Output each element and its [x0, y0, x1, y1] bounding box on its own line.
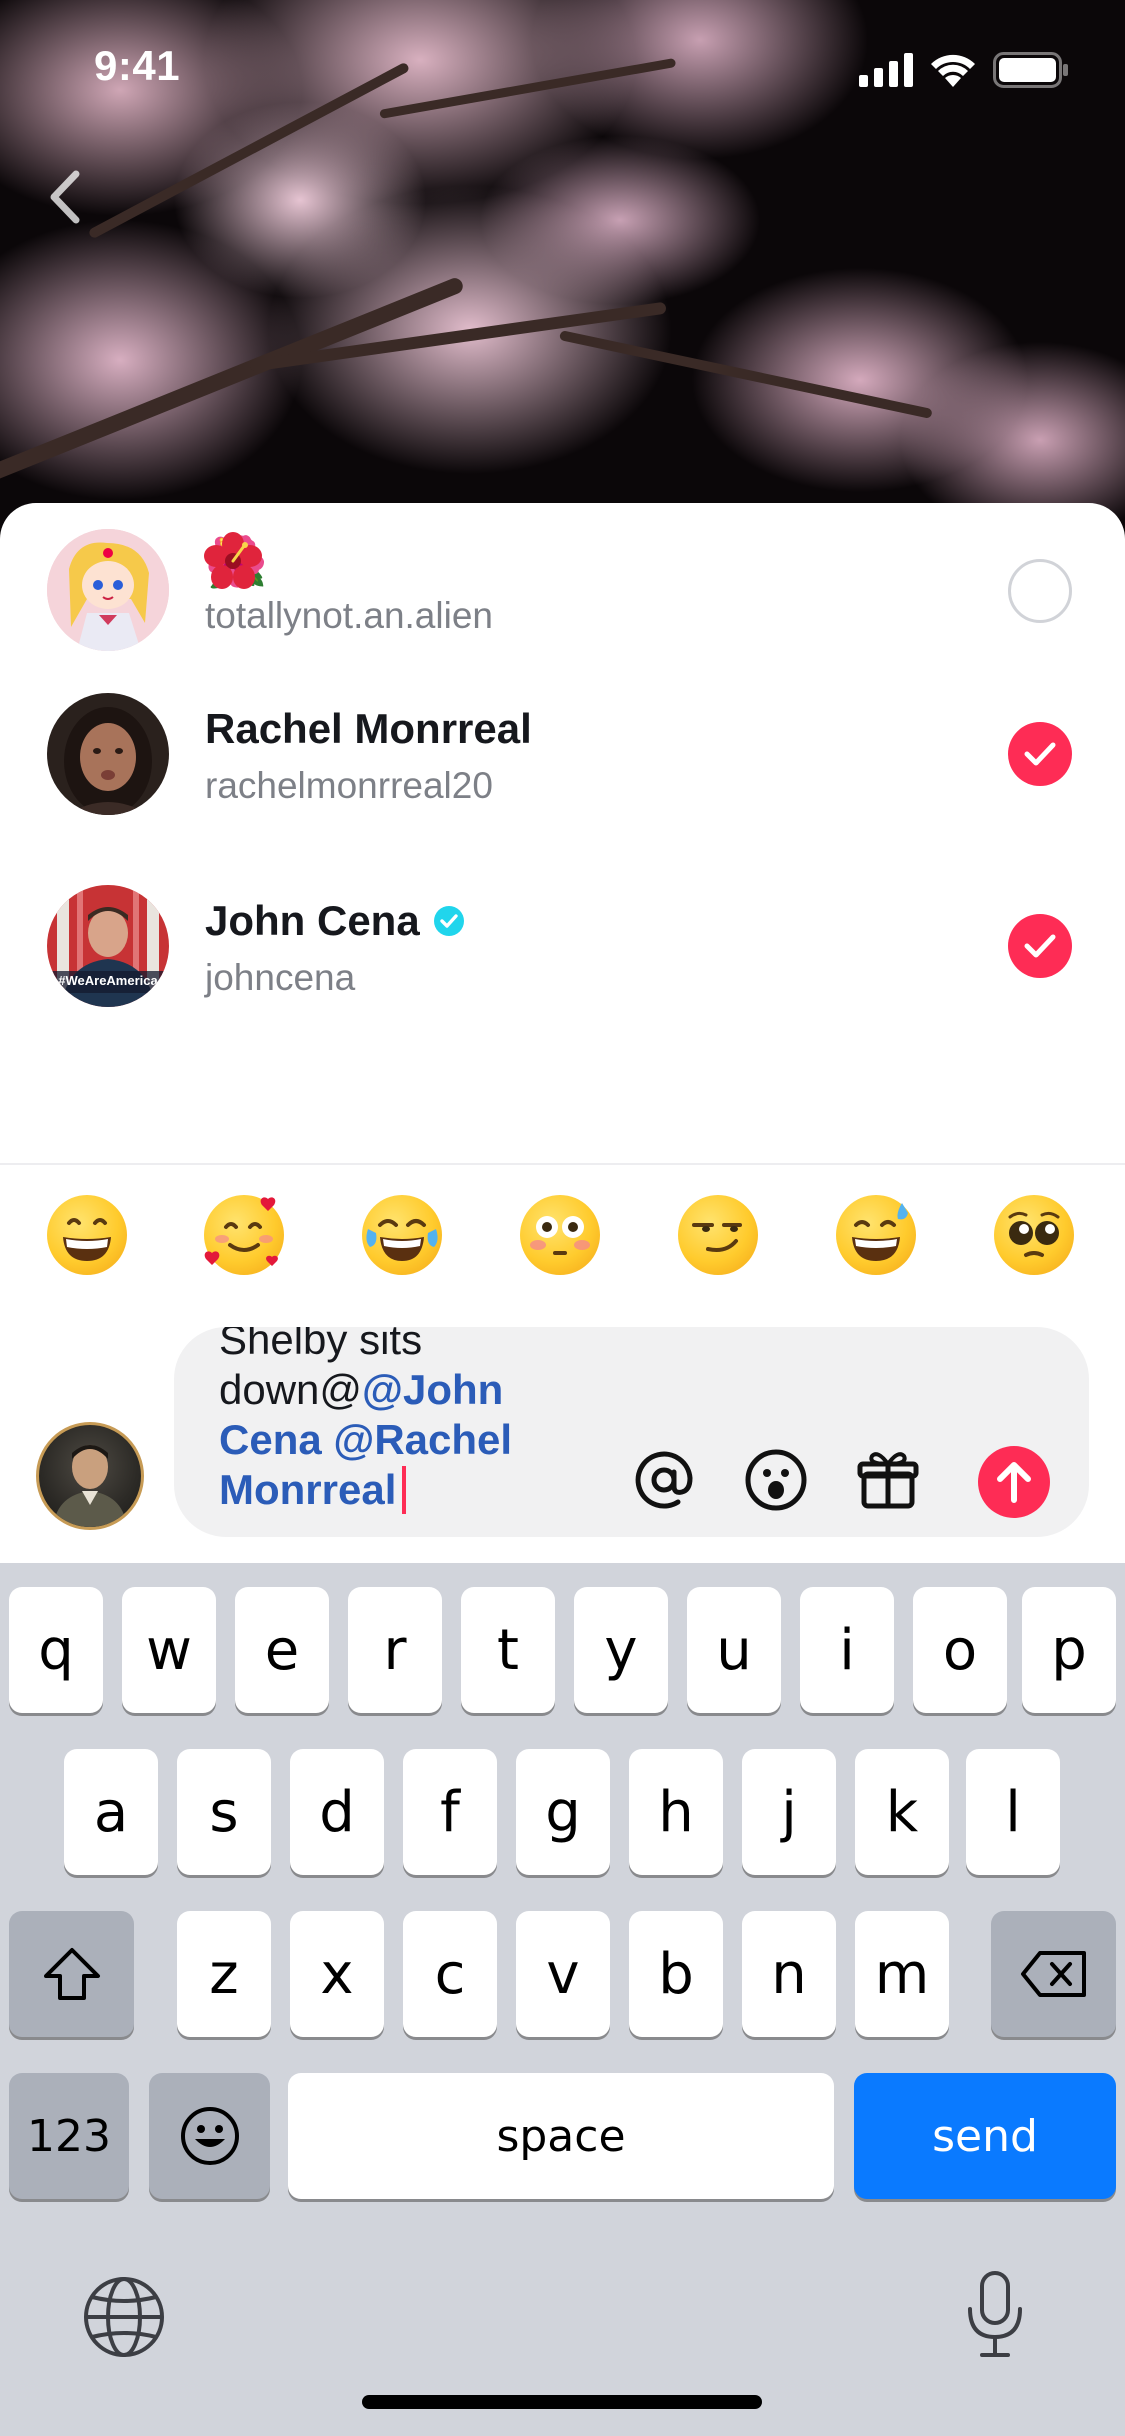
emoji-face-icon[interactable] — [742, 1446, 810, 1514]
key-y[interactable]: y — [574, 1587, 668, 1713]
key-v[interactable]: v — [516, 1911, 610, 2037]
comment-input[interactable]: Shelby sits down@@John Cena @Rachel Monr… — [174, 1327, 1089, 1537]
cellular-signal-icon — [859, 53, 913, 87]
key-h[interactable]: h — [629, 1749, 723, 1875]
numbers-key[interactable]: 123 — [9, 2073, 129, 2199]
keyboard: q w e r t y u i o p a s d f g h j k l z … — [0, 1563, 1125, 2436]
avatar-caption: #WeAreAmerica — [58, 973, 158, 988]
back-chevron-icon[interactable] — [40, 160, 96, 234]
key-w[interactable]: w — [122, 1587, 216, 1713]
battery-icon — [993, 52, 1068, 88]
select-radio[interactable] — [1008, 559, 1072, 623]
wifi-icon — [931, 54, 975, 87]
arrow-up-icon — [997, 1462, 1031, 1503]
flushed-emoji-icon[interactable] — [520, 1195, 600, 1275]
user-row[interactable]: Rachel Monrreal rachelmonrreal20 — [0, 693, 1125, 873]
key-n[interactable]: n — [742, 1911, 836, 2037]
checkmark-icon — [1024, 742, 1056, 766]
comment-text-line: Shelby sits — [219, 1327, 423, 1363]
key-r[interactable]: r — [348, 1587, 442, 1713]
video-background: 9:41 — [0, 0, 1125, 560]
comment-text-line: down@@John — [219, 1365, 549, 1415]
key-f[interactable]: f — [403, 1749, 497, 1875]
key-z[interactable]: z — [177, 1911, 271, 2037]
pleading-emoji-icon[interactable] — [994, 1195, 1074, 1275]
avatar — [47, 529, 169, 651]
backspace-icon — [1020, 1951, 1086, 1997]
status-bar: 9:41 — [0, 0, 1125, 140]
gift-icon[interactable] — [854, 1446, 922, 1514]
user-handle: totallynot.an.alien — [205, 595, 493, 636]
comment-text[interactable]: Shelby sits down@@John Cena @Rachel Monr… — [219, 1327, 549, 1515]
user-row[interactable]: #WeAreAmerica John Cena johncena — [0, 885, 1125, 1065]
key-o[interactable]: o — [913, 1587, 1007, 1713]
key-b[interactable]: b — [629, 1911, 723, 2037]
comment-text-line: Cena @Rachel — [219, 1415, 549, 1465]
key-t[interactable]: t — [461, 1587, 555, 1713]
post-comment-button[interactable] — [978, 1446, 1050, 1518]
smirking-emoji-icon[interactable] — [678, 1195, 758, 1275]
at-mention-icon[interactable] — [630, 1446, 698, 1514]
key-a[interactable]: a — [64, 1749, 158, 1875]
quick-emoji-bar — [0, 1195, 1125, 1295]
key-m[interactable]: m — [855, 1911, 949, 2037]
hibiscus-emoji-icon — [204, 532, 262, 589]
home-indicator — [362, 2395, 762, 2409]
key-j[interactable]: j — [742, 1749, 836, 1875]
emoji-keyboard-icon — [180, 2107, 239, 2165]
checkmark-icon — [1024, 934, 1056, 958]
avatar — [47, 693, 169, 815]
select-radio-checked[interactable] — [1008, 722, 1072, 786]
key-u[interactable]: u — [687, 1587, 781, 1713]
key-x[interactable]: x — [290, 1911, 384, 2037]
comment-text-fragment: down@ — [219, 1366, 363, 1413]
grinning-emoji-icon[interactable] — [47, 1195, 127, 1275]
key-l[interactable]: l — [966, 1749, 1060, 1875]
text-caret — [402, 1466, 407, 1514]
key-p[interactable]: p — [1022, 1587, 1116, 1713]
my-avatar — [36, 1422, 144, 1530]
mention-rachel: @Rachel — [333, 1416, 513, 1463]
smiling-hearts-emoji-icon[interactable] — [204, 1195, 284, 1275]
user-row[interactable]: 🌺 totallynot.an.alien — [0, 503, 1125, 683]
key-k[interactable]: k — [855, 1749, 949, 1875]
emoji-key[interactable] — [149, 2073, 270, 2199]
sweat-smile-emoji-icon[interactable] — [836, 1195, 916, 1275]
avatar: #WeAreAmerica — [47, 885, 169, 1007]
mention-john-cont: Cena — [219, 1416, 322, 1463]
key-c[interactable]: c — [403, 1911, 497, 2037]
mention-john: @John — [362, 1366, 504, 1413]
key-i[interactable]: i — [800, 1587, 894, 1713]
shift-key[interactable] — [9, 1911, 134, 2037]
verified-badge-icon — [433, 906, 464, 936]
user-handle: rachelmonrreal20 — [205, 765, 493, 806]
key-d[interactable]: d — [290, 1749, 384, 1875]
key-q[interactable]: q — [9, 1587, 103, 1713]
key-s[interactable]: s — [177, 1749, 271, 1875]
select-radio-checked[interactable] — [1008, 914, 1072, 978]
microphone-icon[interactable] — [964, 2269, 1026, 2361]
user-handle: johncena — [205, 957, 356, 998]
shift-arrow-icon — [43, 1948, 100, 2000]
backspace-key[interactable] — [991, 1911, 1116, 2037]
comment-text-line: Monrreal — [219, 1465, 549, 1515]
status-time: 9:41 — [94, 42, 181, 89]
user-name: Rachel Monrreal — [205, 705, 532, 752]
tears-of-joy-emoji-icon[interactable] — [362, 1195, 442, 1275]
user-name-with-badge: John Cena — [205, 897, 464, 945]
space-key[interactable]: space — [288, 2073, 834, 2199]
key-g[interactable]: g — [516, 1749, 610, 1875]
divider — [0, 1163, 1125, 1165]
key-e[interactable]: e — [235, 1587, 329, 1713]
user-name: John Cena — [205, 897, 420, 944]
globe-icon[interactable] — [82, 2275, 166, 2359]
send-key[interactable]: send — [854, 2073, 1116, 2199]
mention-rachel-cont: Monrreal — [219, 1466, 397, 1513]
